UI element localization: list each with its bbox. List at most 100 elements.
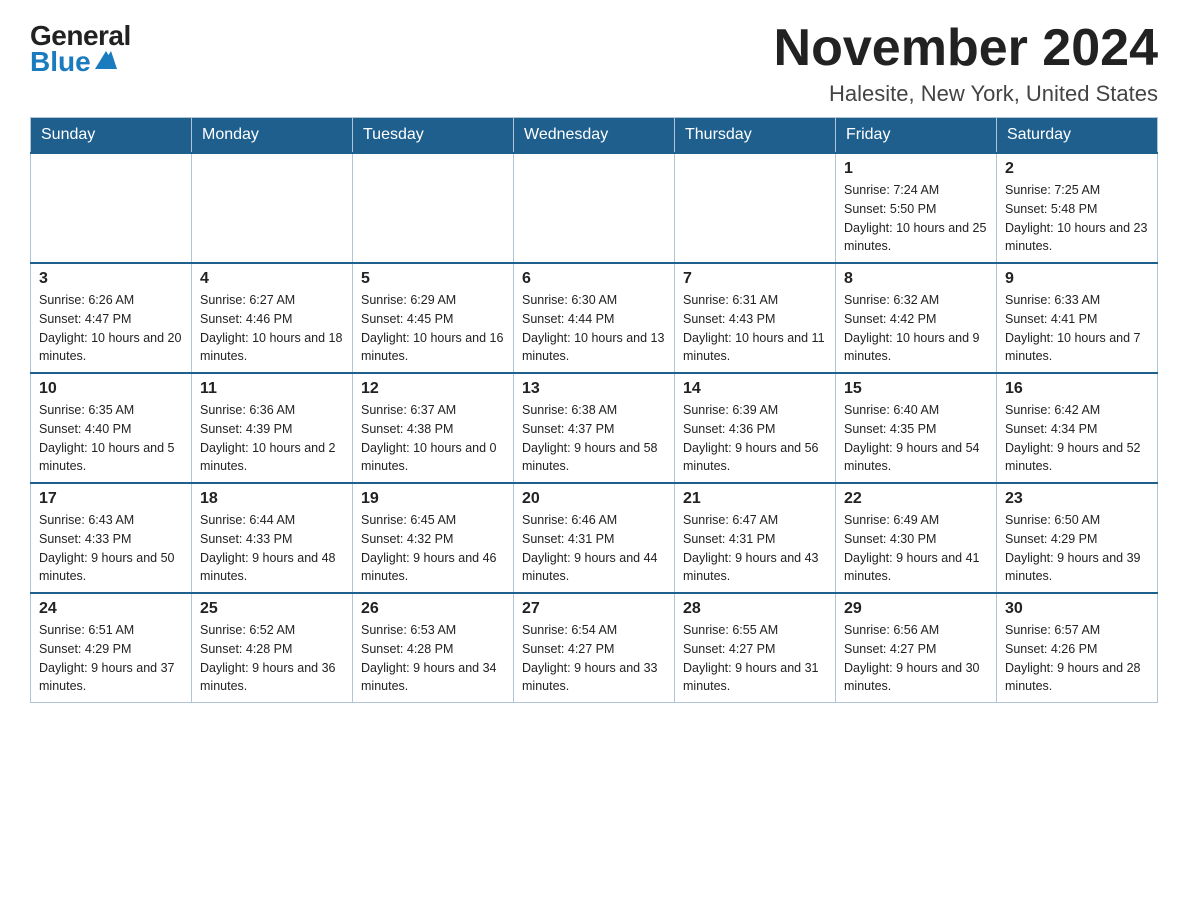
calendar-table: SundayMondayTuesdayWednesdayThursdayFrid… [30, 117, 1158, 703]
day-info: Sunrise: 6:26 AM Sunset: 4:47 PM Dayligh… [39, 291, 183, 366]
calendar-cell: 30 Sunrise: 6:57 AM Sunset: 4:26 PM Dayli… [997, 593, 1158, 703]
day-info: Sunrise: 6:50 AM Sunset: 4:29 PM Dayligh… [1005, 511, 1149, 586]
calendar-cell: 10 Sunrise: 6:35 AM Sunset: 4:40 PM Dayli… [31, 373, 192, 483]
day-number: 25 [200, 600, 344, 618]
calendar-cell: 16 Sunrise: 6:42 AM Sunset: 4:34 PM Dayli… [997, 373, 1158, 483]
calendar-cell: 21 Sunrise: 6:47 AM Sunset: 4:31 PM Dayli… [675, 483, 836, 593]
calendar-cell: 8 Sunrise: 6:32 AM Sunset: 4:42 PM Daylig… [836, 263, 997, 373]
calendar-cell [192, 153, 353, 263]
day-info: Sunrise: 6:31 AM Sunset: 4:43 PM Dayligh… [683, 291, 827, 366]
day-number: 19 [361, 490, 505, 508]
day-number: 14 [683, 380, 827, 398]
day-info: Sunrise: 6:57 AM Sunset: 4:26 PM Dayligh… [1005, 621, 1149, 696]
calendar-cell: 11Sunrise: 6:36 AM Sunset: 4:39 PM Dayli… [192, 373, 353, 483]
calendar-cell: 3Sunrise: 6:26 AM Sunset: 4:47 PM Daylig… [31, 263, 192, 373]
day-info: Sunrise: 6:45 AM Sunset: 4:32 PM Dayligh… [361, 511, 505, 586]
calendar-cell [353, 153, 514, 263]
day-info: Sunrise: 6:32 AM Sunset: 4:42 PM Dayligh… [844, 291, 988, 366]
calendar-week-5: 24 Sunrise: 6:51 AM Sunset: 4:29 PM Dayli… [31, 593, 1158, 703]
day-number: 23 [1005, 490, 1149, 508]
logo-triangle-icon [95, 51, 117, 69]
day-info: Sunrise: 6:42 AM Sunset: 4:34 PM Dayligh… [1005, 401, 1149, 476]
day-info: Sunrise: 6:54 AM Sunset: 4:27 PM Dayligh… [522, 621, 666, 696]
day-info: Sunrise: 6:38 AM Sunset: 4:37 PM Dayligh… [522, 401, 666, 476]
calendar-cell [514, 153, 675, 263]
calendar-week-1: 1 Sunrise: 7:24 AM Sunset: 5:50 PM Daylig… [31, 153, 1158, 263]
day-info: Sunrise: 6:51 AM Sunset: 4:29 PM Dayligh… [39, 621, 183, 696]
day-number: 20 [522, 490, 666, 508]
calendar-cell: 26Sunrise: 6:53 AM Sunset: 4:28 PM Dayli… [353, 593, 514, 703]
logo: General Blue [30, 20, 131, 78]
day-info: Sunrise: 6:37 AM Sunset: 4:38 PM Dayligh… [361, 401, 505, 476]
calendar-header-wednesday: Wednesday [514, 118, 675, 154]
calendar-cell: 27 Sunrise: 6:54 AM Sunset: 4:27 PM Dayli… [514, 593, 675, 703]
day-number: 22 [844, 490, 988, 508]
page-header: General Blue November 2024 Halesite, New… [30, 20, 1158, 107]
day-number: 6 [522, 270, 666, 288]
day-info: Sunrise: 6:47 AM Sunset: 4:31 PM Dayligh… [683, 511, 827, 586]
day-info: Sunrise: 6:39 AM Sunset: 4:36 PM Dayligh… [683, 401, 827, 476]
calendar-cell: 17Sunrise: 6:43 AM Sunset: 4:33 PM Dayli… [31, 483, 192, 593]
calendar-header-row: SundayMondayTuesdayWednesdayThursdayFrid… [31, 118, 1158, 154]
day-info: Sunrise: 6:40 AM Sunset: 4:35 PM Dayligh… [844, 401, 988, 476]
day-number: 10 [39, 380, 183, 398]
day-number: 24 [39, 600, 183, 618]
day-info: Sunrise: 7:25 AM Sunset: 5:48 PM Dayligh… [1005, 181, 1149, 256]
calendar-header-tuesday: Tuesday [353, 118, 514, 154]
day-number: 21 [683, 490, 827, 508]
day-number: 1 [844, 160, 988, 178]
calendar-cell: 23 Sunrise: 6:50 AM Sunset: 4:29 PM Dayli… [997, 483, 1158, 593]
calendar-cell: 25 Sunrise: 6:52 AM Sunset: 4:28 PM Dayli… [192, 593, 353, 703]
day-number: 5 [361, 270, 505, 288]
day-info: Sunrise: 7:24 AM Sunset: 5:50 PM Dayligh… [844, 181, 988, 256]
calendar-cell: 28 Sunrise: 6:55 AM Sunset: 4:27 PM Dayli… [675, 593, 836, 703]
calendar-cell: 22 Sunrise: 6:49 AM Sunset: 4:30 PM Dayli… [836, 483, 997, 593]
calendar-cell: 5 Sunrise: 6:29 AM Sunset: 4:45 PM Daylig… [353, 263, 514, 373]
day-info: Sunrise: 6:33 AM Sunset: 4:41 PM Dayligh… [1005, 291, 1149, 366]
day-info: Sunrise: 6:36 AM Sunset: 4:39 PM Dayligh… [200, 401, 344, 476]
day-number: 16 [1005, 380, 1149, 398]
day-number: 15 [844, 380, 988, 398]
day-number: 27 [522, 600, 666, 618]
calendar-cell: 4Sunrise: 6:27 AM Sunset: 4:46 PM Daylig… [192, 263, 353, 373]
calendar-cell: 6 Sunrise: 6:30 AM Sunset: 4:44 PM Daylig… [514, 263, 675, 373]
calendar-cell: 18 Sunrise: 6:44 AM Sunset: 4:33 PM Dayli… [192, 483, 353, 593]
day-number: 28 [683, 600, 827, 618]
calendar-header-monday: Monday [192, 118, 353, 154]
day-number: 2 [1005, 160, 1149, 178]
day-info: Sunrise: 6:46 AM Sunset: 4:31 PM Dayligh… [522, 511, 666, 586]
calendar-header-sunday: Sunday [31, 118, 192, 154]
day-number: 18 [200, 490, 344, 508]
day-info: Sunrise: 6:52 AM Sunset: 4:28 PM Dayligh… [200, 621, 344, 696]
day-number: 4 [200, 270, 344, 288]
day-info: Sunrise: 6:56 AM Sunset: 4:27 PM Dayligh… [844, 621, 988, 696]
calendar-cell: 9Sunrise: 6:33 AM Sunset: 4:41 PM Daylig… [997, 263, 1158, 373]
day-number: 13 [522, 380, 666, 398]
day-info: Sunrise: 6:55 AM Sunset: 4:27 PM Dayligh… [683, 621, 827, 696]
calendar-cell: 24 Sunrise: 6:51 AM Sunset: 4:29 PM Dayli… [31, 593, 192, 703]
calendar-cell: 12Sunrise: 6:37 AM Sunset: 4:38 PM Dayli… [353, 373, 514, 483]
day-number: 8 [844, 270, 988, 288]
calendar-cell: 15 Sunrise: 6:40 AM Sunset: 4:35 PM Dayli… [836, 373, 997, 483]
calendar-header-thursday: Thursday [675, 118, 836, 154]
day-info: Sunrise: 6:44 AM Sunset: 4:33 PM Dayligh… [200, 511, 344, 586]
day-number: 7 [683, 270, 827, 288]
calendar-header-friday: Friday [836, 118, 997, 154]
day-number: 17 [39, 490, 183, 508]
day-info: Sunrise: 6:35 AM Sunset: 4:40 PM Dayligh… [39, 401, 183, 476]
calendar-week-2: 3Sunrise: 6:26 AM Sunset: 4:47 PM Daylig… [31, 263, 1158, 373]
calendar-cell: 2 Sunrise: 7:25 AM Sunset: 5:48 PM Daylig… [997, 153, 1158, 263]
calendar-cell [675, 153, 836, 263]
calendar-cell: 29 Sunrise: 6:56 AM Sunset: 4:27 PM Dayli… [836, 593, 997, 703]
calendar-week-3: 10 Sunrise: 6:35 AM Sunset: 4:40 PM Dayli… [31, 373, 1158, 483]
calendar-cell [31, 153, 192, 263]
day-number: 30 [1005, 600, 1149, 618]
day-info: Sunrise: 6:49 AM Sunset: 4:30 PM Dayligh… [844, 511, 988, 586]
calendar-cell: 20 Sunrise: 6:46 AM Sunset: 4:31 PM Dayli… [514, 483, 675, 593]
day-info: Sunrise: 6:29 AM Sunset: 4:45 PM Dayligh… [361, 291, 505, 366]
day-number: 26 [361, 600, 505, 618]
day-number: 29 [844, 600, 988, 618]
day-info: Sunrise: 6:30 AM Sunset: 4:44 PM Dayligh… [522, 291, 666, 366]
calendar-cell: 14 Sunrise: 6:39 AM Sunset: 4:36 PM Dayli… [675, 373, 836, 483]
calendar-cell: 19 Sunrise: 6:45 AM Sunset: 4:32 PM Dayli… [353, 483, 514, 593]
